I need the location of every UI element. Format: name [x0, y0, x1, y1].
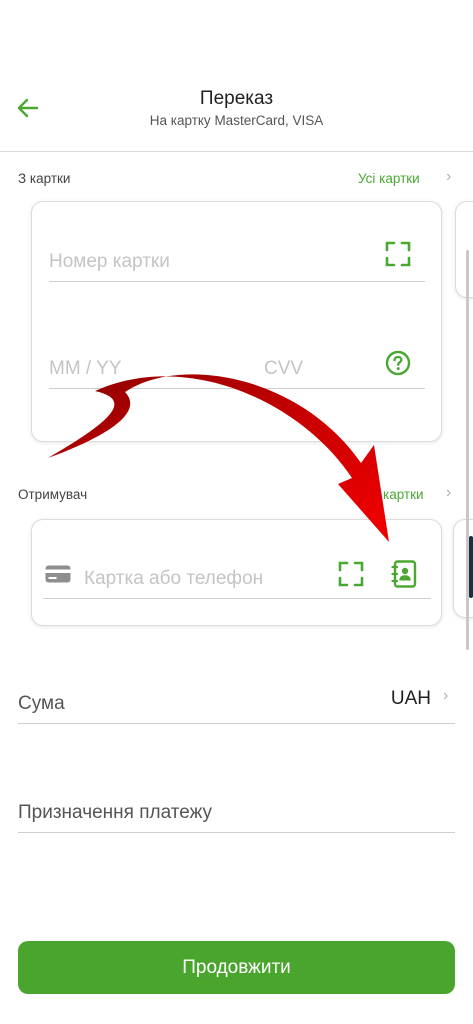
page-title: Переказ	[199, 88, 274, 109]
source-card-form	[31, 201, 442, 442]
page-subtitle: На картку MasterCard, VISA	[149, 113, 324, 128]
card-number-input[interactable]	[49, 242, 425, 281]
scan-icon	[338, 561, 364, 587]
question-circle-icon	[385, 350, 411, 376]
recipient-label: Отримувач	[18, 487, 88, 502]
chevron-right-icon[interactable]: ›	[443, 687, 448, 705]
scan-recipient-button[interactable]	[337, 560, 365, 588]
currency-selector[interactable]: UAH	[391, 688, 431, 710]
recipient-cards-link[interactable]: картки	[383, 487, 424, 502]
scan-card-button[interactable]	[384, 240, 412, 268]
all-cards-link[interactable]: Усі картки	[358, 171, 420, 186]
expiry-field[interactable]	[49, 349, 245, 389]
card-number-field[interactable]	[49, 242, 425, 282]
card-preview-edge	[469, 536, 473, 598]
payment-purpose-field[interactable]: Призначення платежу	[18, 789, 455, 833]
chevron-right-icon[interactable]: ›	[446, 484, 451, 502]
from-card-label: З картки	[18, 171, 71, 186]
recipient-input[interactable]	[43, 559, 431, 598]
header: Переказ На картку MasterCard, VISA	[0, 0, 473, 152]
contacts-button[interactable]	[390, 559, 418, 589]
chevron-right-icon[interactable]: ›	[446, 168, 451, 186]
contacts-book-icon	[391, 560, 417, 588]
recipient-field[interactable]	[43, 559, 431, 599]
amount-field[interactable]: Сума	[18, 680, 455, 724]
payment-purpose-label: Призначення платежу	[18, 802, 212, 823]
cvv-help-button[interactable]	[385, 350, 411, 376]
scan-icon	[385, 241, 411, 267]
amount-label: Сума	[18, 693, 65, 714]
annotation-arrow	[48, 374, 389, 542]
scrollbar[interactable]	[466, 250, 469, 650]
continue-button[interactable]: Продовжити	[18, 941, 455, 994]
recipient-card-form	[31, 519, 442, 626]
expiry-input[interactable]	[49, 349, 245, 388]
next-card-preview[interactable]	[455, 201, 473, 298]
